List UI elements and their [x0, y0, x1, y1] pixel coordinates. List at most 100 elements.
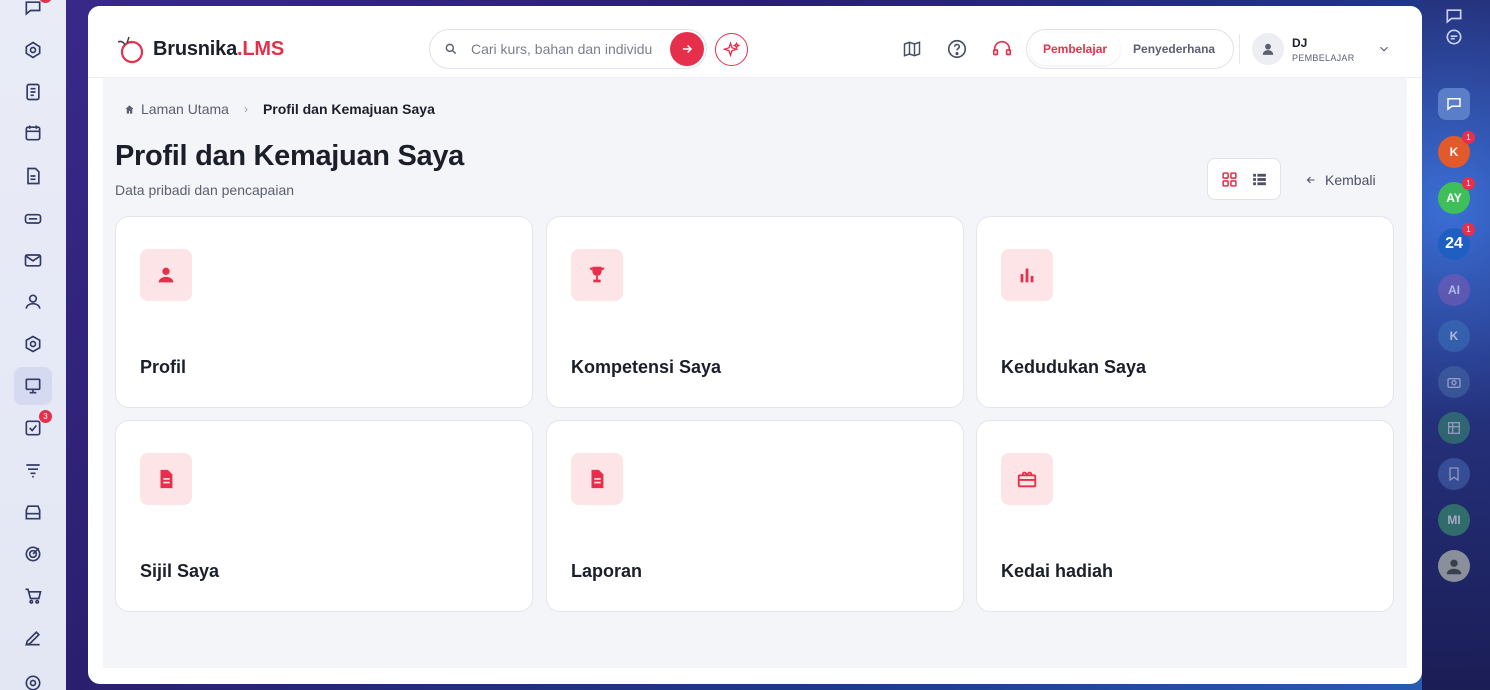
user-name: DJ: [1292, 35, 1308, 50]
chat-icon[interactable]: 9: [18, 0, 52, 23]
role-option-facilitator[interactable]: Penyederhana: [1120, 33, 1228, 65]
user-photo-avatar[interactable]: [1438, 550, 1470, 582]
breadcrumb-separator: ›: [243, 102, 248, 116]
role-option-learner[interactable]: Pembelajar: [1030, 33, 1121, 65]
report-icon: [571, 453, 623, 505]
home-icon: [125, 104, 134, 114]
breadcrumb-current: Profil dan Kemajuan Saya: [262, 101, 435, 117]
top-bar: Brusnika.LMS Pembelajar Penyederhana: [88, 6, 1422, 78]
tile-reports[interactable]: Laporan: [546, 420, 964, 612]
compass-icon[interactable]: [18, 35, 48, 65]
tile-competencies[interactable]: Kompetensi Saya: [546, 216, 964, 408]
contact-initials: AY: [1446, 191, 1462, 205]
target-icon[interactable]: [18, 539, 48, 569]
content-area: Laman Utama › Profil dan Kemajuan Saya P…: [103, 78, 1407, 668]
map-icon[interactable]: [901, 38, 923, 60]
brand-name: Brusnika.LMS: [153, 37, 284, 60]
contact-avatar[interactable]: AY 1: [1438, 177, 1475, 214]
grid-view-button[interactable]: [1217, 167, 1241, 191]
ai-assistant-button[interactable]: [715, 33, 748, 66]
role-switch: Pembelajar Penyederhana: [1026, 29, 1234, 69]
contact-initials: K: [1449, 145, 1459, 159]
sparkle-icon: [722, 40, 740, 57]
presentation-icon[interactable]: [14, 367, 52, 405]
arrow-right-icon: [682, 44, 693, 54]
back-label: Kembali: [1325, 172, 1376, 188]
search-icon: [445, 43, 457, 55]
grid-icon: [1221, 171, 1237, 187]
breadcrumb: Laman Utama › Profil dan Kemajuan Saya: [124, 101, 435, 117]
tile-label: Profil: [140, 357, 187, 377]
notification-badge: 1: [1462, 223, 1475, 236]
chevron-down-icon: [1379, 46, 1388, 52]
page-title: Profil dan Kemajuan Saya: [115, 140, 464, 172]
person-icon: [1262, 43, 1274, 55]
notification-badge: 1: [1462, 131, 1475, 144]
store-icon[interactable]: [18, 497, 48, 527]
tile-label: Kompetensi Saya: [571, 357, 722, 377]
tile-certificates[interactable]: Sijil Saya: [115, 420, 533, 612]
table-icon[interactable]: [1438, 412, 1470, 444]
cart-icon[interactable]: [18, 581, 48, 611]
gift-icon: [1001, 453, 1053, 505]
back-button[interactable]: Kembali: [1305, 172, 1376, 188]
tile-profile[interactable]: Profil: [115, 216, 533, 408]
contact-initials: K: [1449, 329, 1459, 343]
tile-label: Kedai hadiah: [1001, 561, 1114, 581]
tile-leaderboard[interactable]: Kedudukan Saya: [976, 216, 1394, 408]
settings-icon[interactable]: [18, 668, 48, 690]
tile-gift-shop[interactable]: Kedai hadiah: [976, 420, 1394, 612]
notification-badge: 1: [1462, 177, 1475, 190]
tile-label: Kedudukan Saya: [1001, 357, 1147, 377]
contact-avatar[interactable]: K: [1438, 320, 1470, 352]
mail-icon[interactable]: [18, 245, 48, 275]
list-view-button[interactable]: [1247, 167, 1271, 191]
breadcrumb-home-label: Laman Utama: [141, 101, 229, 117]
file-icon[interactable]: [18, 161, 48, 191]
search-bar: [429, 29, 707, 69]
user-info: DJ PEMBELAJAR: [1292, 36, 1355, 63]
calendar-icon[interactable]: [18, 118, 48, 148]
page-subtitle: Data pribadi dan pencapaian: [115, 182, 295, 198]
tile-label: Sijil Saya: [140, 561, 220, 581]
trophy-icon: [571, 249, 623, 301]
checklist-icon[interactable]: 3: [18, 410, 52, 443]
person-icon: [140, 249, 192, 301]
contact-avatar[interactable]: K 1: [1438, 131, 1475, 168]
message-icon[interactable]: [1438, 21, 1470, 53]
contact-initials: MI: [1447, 513, 1461, 527]
view-toggle: [1207, 158, 1281, 200]
berry-logo-icon: [117, 36, 144, 64]
contact-avatar[interactable]: AI: [1438, 274, 1470, 306]
pen-icon[interactable]: [18, 623, 48, 653]
help-icon[interactable]: [946, 38, 968, 60]
brand-logo[interactable]: Brusnika.LMS: [115, 33, 284, 65]
user-role: PEMBELAJAR: [1292, 52, 1355, 63]
avatar: [1252, 33, 1284, 65]
breadcrumb-home[interactable]: Laman Utama: [124, 101, 229, 117]
notification-badge: 3: [39, 410, 52, 423]
user-menu[interactable]: DJ PEMBELAJAR: [1252, 33, 1391, 65]
contact-initials: 24: [1445, 235, 1463, 252]
chat-room-icon[interactable]: [1438, 88, 1470, 120]
contact-initials: AI: [1448, 283, 1460, 297]
users-icon[interactable]: [18, 287, 48, 317]
support-headset-icon[interactable]: [991, 38, 1013, 60]
arrow-left-icon: [1306, 176, 1315, 184]
contact-avatar[interactable]: MI: [1438, 504, 1470, 536]
certificate-icon: [140, 453, 192, 505]
bookmark-icon[interactable]: [1438, 458, 1470, 490]
main-window: Brusnika.LMS Pembelajar Penyederhana: [88, 6, 1422, 684]
document-list-icon[interactable]: [18, 77, 48, 107]
search-input[interactable]: [471, 41, 671, 57]
left-rail: 9 3: [0, 0, 66, 690]
drive-icon[interactable]: [18, 203, 48, 233]
camera-icon[interactable]: [1438, 366, 1470, 398]
contact-avatar[interactable]: 24 1: [1438, 223, 1475, 260]
right-rail: K 1 AY 1 24 1 AI K MI: [1422, 0, 1490, 690]
list-icon: [1252, 173, 1266, 185]
bar-chart-icon: [1001, 249, 1053, 301]
hexagon-icon[interactable]: [18, 329, 48, 359]
filter-icon[interactable]: [18, 455, 48, 485]
search-submit-button[interactable]: [670, 32, 704, 66]
